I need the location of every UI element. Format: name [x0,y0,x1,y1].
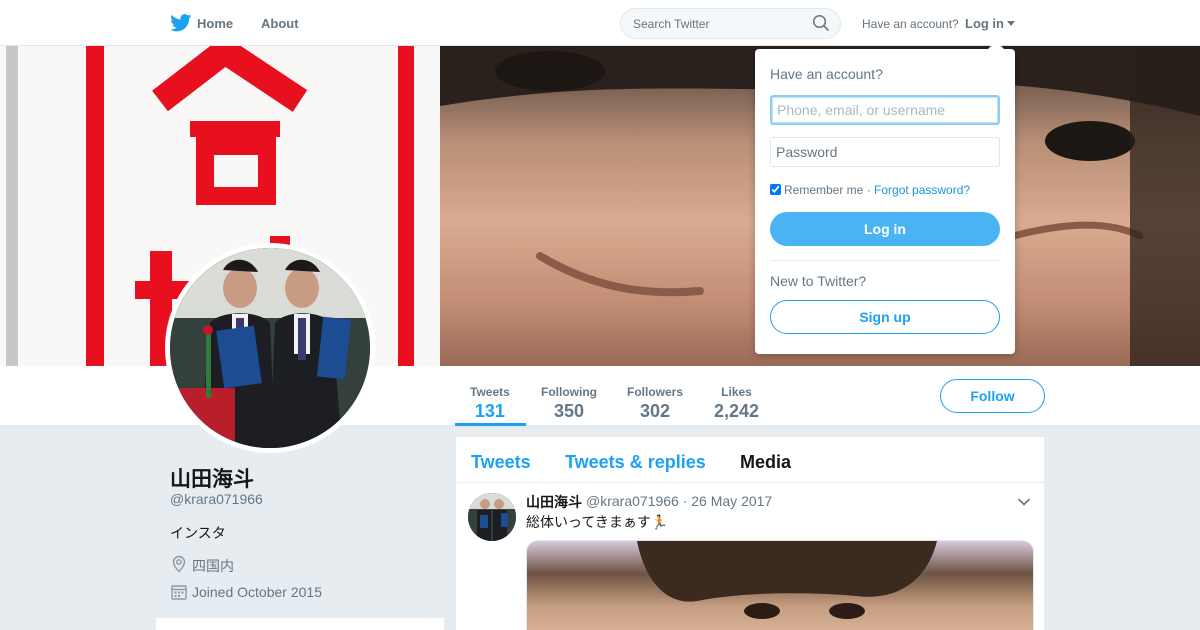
have-account-text: Have an account? [862,17,959,31]
location-text: 四国内 [192,558,234,574]
stat-followers[interactable]: Followers 302 [627,385,683,422]
twitter-bird-icon[interactable] [170,14,192,32]
remember-me-checkbox[interactable] [770,184,781,195]
separator-dot: · [863,183,875,197]
timeline-tabs: Tweets Tweets & replies Media [456,437,1044,483]
location-pin-icon [172,555,186,573]
stat-label: Followers [627,385,684,399]
tweet-author-handle[interactable]: @krara071966 · 26 May 2017 [586,493,772,509]
tweet-avatar-photo [468,493,516,541]
profile-side-card [156,618,444,630]
tweet-media-photo [637,541,937,619]
chevron-down-icon[interactable] [1017,495,1031,509]
search-input[interactable] [620,8,841,39]
calendar-icon [171,585,187,600]
password-field[interactable] [770,137,1000,167]
stat-value: 131 [474,401,505,421]
active-stat-underline [455,423,526,426]
tab-tweets[interactable]: Tweets [471,452,531,473]
forgot-password-link[interactable]: Forgot password? [874,183,970,197]
stat-likes[interactable]: Likes 2,242 [714,385,759,422]
stat-label: Following [541,385,597,399]
top-nav: Home About Have an account? Log in [0,0,1200,46]
tweet-media-image[interactable] [526,540,1034,630]
signup-button[interactable]: Sign up [770,300,1000,334]
stat-following[interactable]: Following 350 [541,385,597,422]
tweet-avatar[interactable] [468,493,516,541]
remember-me-label[interactable]: Remember me [784,183,863,197]
login-dropdown: Have an account? Remember me · Forgot pa… [755,49,1015,354]
tab-tweets-and-replies[interactable]: Tweets & replies [565,452,706,473]
username-field[interactable] [770,95,1000,125]
caret-down-icon[interactable] [1007,21,1015,26]
join-date-text: Joined October 2015 [192,584,322,600]
login-menu-toggle[interactable]: Log in [965,16,1004,31]
timeline: Tweets Tweets & replies Media 山田海斗 @krar… [456,437,1044,630]
remember-me-row: Remember me · Forgot password? [770,183,970,197]
search-icon[interactable] [812,14,830,32]
profile-screen-name[interactable]: @krara071966 [170,491,263,507]
dropdown-divider [770,260,1000,261]
nav-about-link[interactable]: About [261,16,299,31]
stat-value: 302 [639,401,671,421]
profile-bio: インスタ [170,525,226,541]
profile-avatar[interactable] [165,243,375,453]
new-to-twitter-text: New to Twitter? [770,273,867,289]
follow-button[interactable]: Follow [940,379,1045,413]
login-button[interactable]: Log in [770,212,1000,246]
dropdown-arrow [987,41,1005,50]
stat-value: 350 [553,401,585,421]
nav-home-link[interactable]: Home [197,16,233,31]
tweet-author-name[interactable]: 山田海斗 [526,492,582,512]
stat-label: Likes [721,385,752,399]
stat-label: Tweets [470,385,510,399]
tweet-text: 総体いってきまぁす🏃 [526,514,669,530]
avatar-photo-graphic [170,248,370,448]
tab-media[interactable]: Media [740,452,791,473]
profile-display-name: 山田海斗 [170,468,254,491]
stat-tweets[interactable]: Tweets 131 [470,385,510,422]
login-dropdown-title: Have an account? [770,66,883,82]
stat-value: 2,242 [714,401,760,421]
